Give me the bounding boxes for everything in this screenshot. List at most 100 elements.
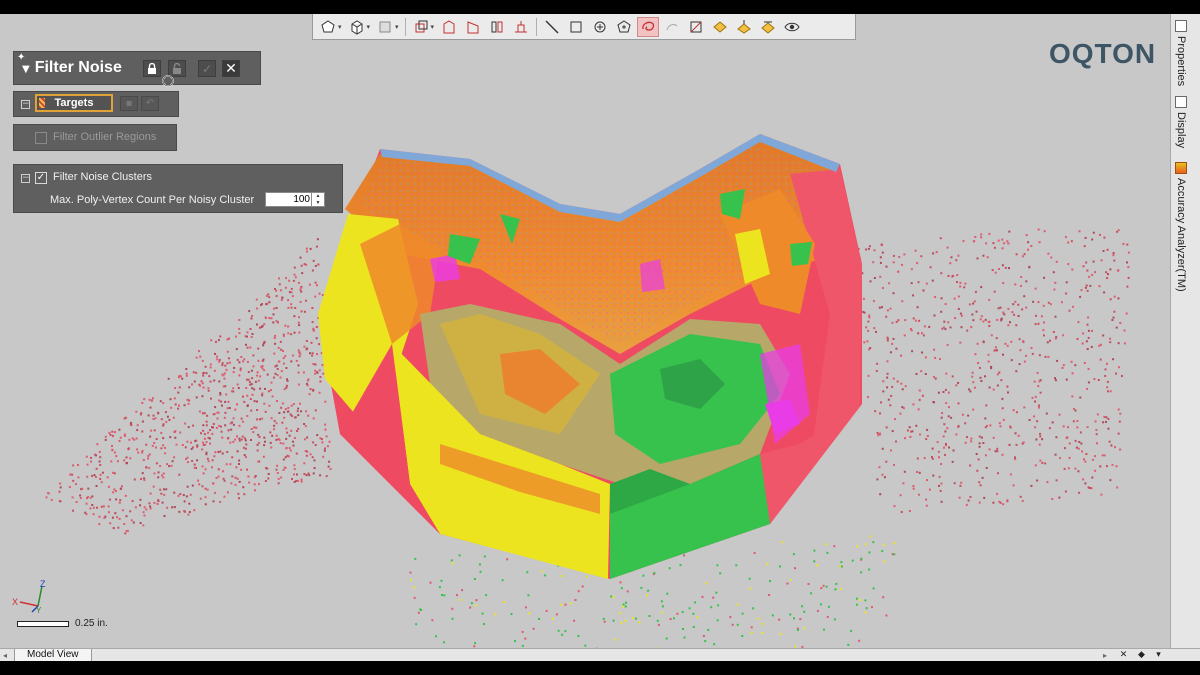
split-view-button[interactable] [486,17,508,37]
max-count-input[interactable]: 100 ▲ ▼ [265,192,325,207]
noise-point [169,398,172,401]
collapse-triangle-icon[interactable]: ▼ [22,64,30,75]
noise-point [867,396,870,399]
paint-select-button[interactable] [661,17,683,37]
line-select-button[interactable] [541,17,563,37]
noise-point [1089,284,1092,287]
noise-point [222,385,225,388]
noise-point [868,245,871,248]
section-view-button[interactable] [438,17,460,37]
noise-point [863,341,866,344]
noise-point [1037,228,1040,231]
scroll-left-icon[interactable]: ◂ [3,649,7,661]
tab-properties[interactable]: Properties [1175,20,1187,86]
noise-point [1083,458,1085,461]
noise-point [251,377,254,380]
noise-point [148,398,151,401]
clip-icon [690,21,702,32]
box-tool-button[interactable] [346,17,368,37]
targets-select-button[interactable]: ▪ [120,96,138,111]
show-hide-button[interactable] [781,17,803,37]
lasso-select-button[interactable] [637,16,660,37]
close-button[interactable]: ✕ [222,60,240,77]
dropdown-arrow-icon[interactable]: ▾ [395,23,399,31]
grow-select-button[interactable] [733,17,755,37]
noise-point [1050,256,1053,259]
apply-button[interactable]: ✓ [198,60,216,77]
noise-point [1035,314,1037,317]
model-viewport[interactable]: OQTON ✦ ▼ Filter Noise ✓ ✕ − Targets ▪ ↶ [0,14,1170,648]
tab-display[interactable]: Display [1175,96,1187,148]
polygon-select-button[interactable] [613,17,635,37]
noise-point [264,440,266,443]
filter-noise-clusters-checkbox[interactable]: ✓ [35,172,47,184]
noise-point [276,368,279,370]
noise-point [969,390,972,393]
noise-point [998,422,1001,425]
lock-button[interactable] [143,60,161,77]
noise-point [1117,408,1120,411]
noise-point [1065,378,1068,381]
noise-point [937,450,940,453]
noise-point [109,522,112,525]
tab-menu-icon[interactable]: ▾ [1153,650,1164,660]
noise-point [619,581,622,584]
align-button[interactable] [510,17,532,37]
noise-point [417,611,420,614]
shrink-select-button[interactable] [757,17,779,37]
rect-select-button[interactable] [565,17,587,37]
targets-button[interactable]: Targets [35,94,113,112]
polygon-tool-button[interactable] [317,17,339,37]
clip-button[interactable] [685,17,707,37]
noise-point [156,502,159,505]
noise-point [917,408,920,411]
section-view-alt-button[interactable] [462,17,484,37]
noise-point [1091,458,1094,461]
noise-point [977,458,980,461]
spin-down-icon[interactable]: ▼ [312,200,324,207]
tab-accuracy-analyzer[interactable]: Accuracy Analyzer(TM) [1175,162,1187,292]
surface-tool-button[interactable] [374,17,396,37]
filter-outlier-checkbox[interactable] [35,132,47,144]
noise-point [1076,426,1079,429]
filter-noise-panel-header[interactable]: ✦ ▼ Filter Noise ✓ ✕ [13,51,261,85]
noise-point [285,277,287,280]
noise-point [161,501,164,504]
scroll-right-icon[interactable]: ▸ [1103,649,1107,661]
noise-point [1001,247,1004,250]
pin-icon[interactable]: ✦ [17,52,25,63]
invert-select-button[interactable] [709,17,731,37]
noise-point [229,422,232,425]
noise-point [1127,266,1130,269]
noise-point [317,263,320,266]
noise-point [735,564,738,567]
tab-model-view[interactable]: Model View [14,649,92,661]
noise-point [1067,467,1070,470]
circle-select-button[interactable] [589,17,611,37]
noise-point [1039,391,1042,394]
close-tab-icon[interactable]: ✕ [1118,650,1129,660]
max-count-spinner[interactable]: ▲ ▼ [311,193,324,206]
noise-point [143,398,146,401]
collapse-targets-icon[interactable]: − [21,100,30,109]
dropdown-arrow-icon[interactable]: ▾ [431,23,435,31]
noise-point [212,500,215,503]
cube-view-button[interactable] [410,17,432,37]
noise-point [413,596,416,599]
noise-point [456,594,458,597]
targets-undo-button[interactable]: ↶ [141,96,159,111]
noise-point [1040,315,1043,318]
dropdown-arrow-icon[interactable]: ▾ [338,23,342,31]
noise-point [162,444,165,447]
noise-point [137,451,140,454]
noise-point [1085,340,1088,343]
noise-point [136,424,139,427]
noise-point [1108,440,1111,443]
dropdown-arrow-icon[interactable]: ▾ [367,23,371,31]
noise-point [254,380,257,383]
noise-point [185,374,188,377]
tab-list-icon[interactable]: ◆ [1136,650,1147,660]
noise-point [195,371,198,374]
collapse-clusters-icon[interactable]: − [21,174,30,183]
noise-point [1093,378,1096,381]
